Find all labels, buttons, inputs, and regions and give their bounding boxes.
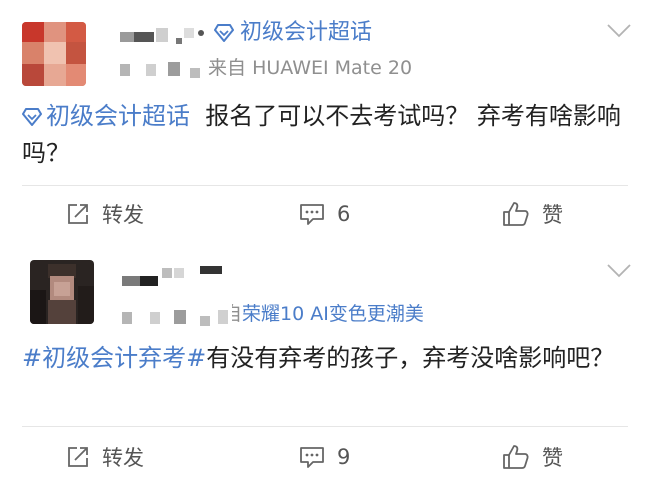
post-source: 来自 HUAWEI Mate 20 xyxy=(208,56,412,80)
like-label: 赞 xyxy=(542,203,563,227)
chevron-down-icon[interactable] xyxy=(607,24,631,38)
comment-count: 6 xyxy=(337,202,351,226)
divider xyxy=(22,185,628,186)
source-prefix: 来自 xyxy=(208,57,247,79)
hashtag-link[interactable]: #初级会计弃考# xyxy=(22,344,206,372)
post-content: #初级会计弃考#有没有弃考的孩子，弃考没啥影响吧？ xyxy=(22,340,622,377)
topic-link-label: 初级会计超话 xyxy=(46,102,190,130)
thumbs-up-icon xyxy=(503,445,529,469)
topic-badge-label: 初级会计超话 xyxy=(240,20,373,45)
post-text: 有没有弃考的孩子，弃考没啥影响吧？ xyxy=(206,344,615,372)
device-name: HUAWEI Mate 20 xyxy=(252,57,413,79)
post-source: 来自荣耀10 AI变色更潮美 xyxy=(232,302,424,326)
like-label: 赞 xyxy=(542,446,563,470)
repost-button[interactable]: 转发 xyxy=(66,442,144,472)
post-content: 初级会计超话 报名了可以不去考试吗？ 弃考有啥影响吗？ xyxy=(22,98,622,172)
separator-dot xyxy=(198,30,204,36)
repost-icon xyxy=(68,447,88,467)
avatar[interactable] xyxy=(22,22,86,86)
comment-button[interactable]: 9 xyxy=(299,442,350,472)
source-prefix: 来自 xyxy=(232,303,242,325)
comment-count: 9 xyxy=(337,445,351,469)
post-card: 初级会计超话 来自 HUAWEI Mate 20 初级会计超话 报名了可以不去考… xyxy=(0,0,650,240)
comment-button[interactable]: 6 xyxy=(299,199,350,229)
topic-link[interactable]: 初级会计超话 xyxy=(22,102,190,130)
diamond-icon xyxy=(22,108,42,126)
chevron-down-icon[interactable] xyxy=(607,264,631,278)
repost-label: 转发 xyxy=(102,446,144,470)
username-redacted[interactable] xyxy=(122,264,226,288)
comment-icon xyxy=(300,447,324,468)
time-redacted xyxy=(120,58,204,82)
topic-badge[interactable]: 初级会计超话 xyxy=(198,20,372,46)
avatar[interactable] xyxy=(30,260,94,324)
diamond-icon xyxy=(214,24,234,42)
comment-icon xyxy=(300,204,324,225)
divider xyxy=(22,426,628,427)
post-card: 来自荣耀10 AI变色更潮美 #初级会计弃考#有没有弃考的孩子，弃考没啥影响吧？… xyxy=(0,240,650,481)
thumbs-up-icon xyxy=(503,202,529,226)
repost-label: 转发 xyxy=(102,203,144,227)
username-redacted[interactable] xyxy=(120,24,198,48)
repost-button[interactable]: 转发 xyxy=(66,199,144,229)
like-button[interactable]: 赞 xyxy=(502,442,563,472)
like-button[interactable]: 赞 xyxy=(502,199,563,229)
time-redacted xyxy=(122,304,232,328)
device-name: 荣耀10 AI变色更潮美 xyxy=(242,303,424,325)
repost-icon xyxy=(68,204,88,224)
